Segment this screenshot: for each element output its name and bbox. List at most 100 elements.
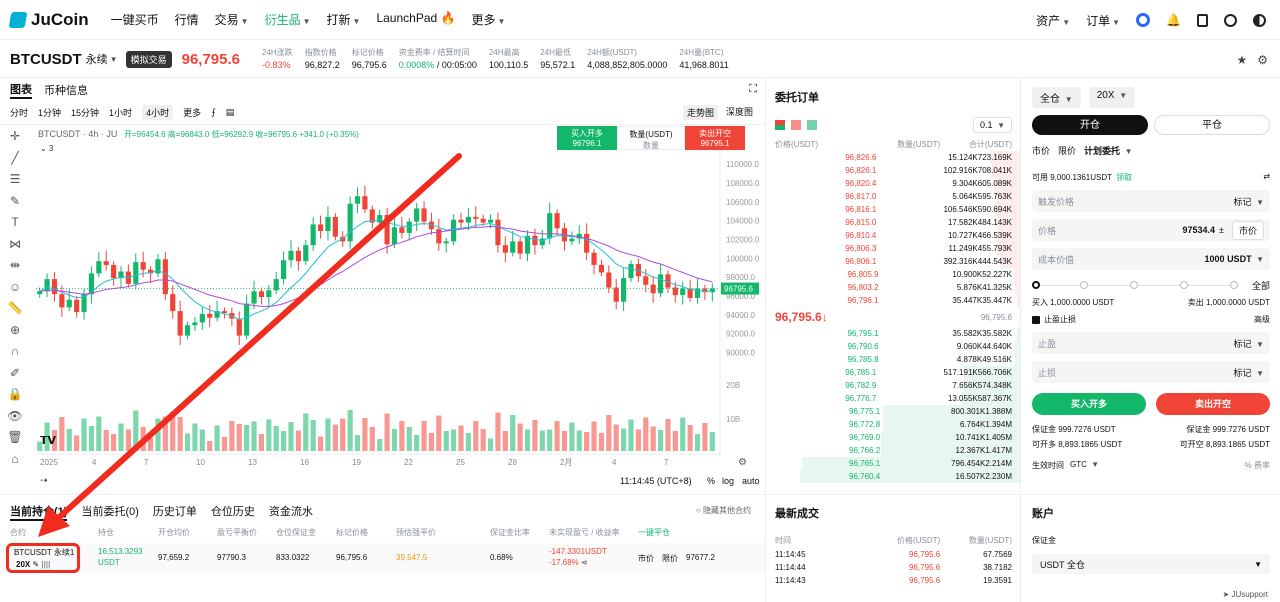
book-asks-icon[interactable]	[791, 120, 801, 130]
indicator-icon[interactable]: ⨍	[211, 107, 216, 118]
lock-icon[interactable]: 🔒	[4, 387, 26, 406]
avatar-icon[interactable]	[1136, 13, 1151, 27]
orderbook-row[interactable]: 96,775.1 800.301K 1.388M	[767, 405, 1020, 418]
log-scale-toggle[interactable]: log	[722, 476, 734, 486]
contract-type[interactable]: 永续	[86, 51, 108, 67]
timeframe-2[interactable]: 15分钟	[71, 106, 99, 119]
orderbook-row[interactable]: 96,790.6 9.060K 44.640K	[767, 340, 1020, 353]
nav-item-6[interactable]: 更多 ▼	[471, 11, 505, 28]
orderbook-row[interactable]: 96,820.4 9.304K 605.089K	[767, 177, 1020, 190]
expand-icon[interactable]: ⛶	[749, 83, 757, 96]
timeframe-1[interactable]: 1分钟	[38, 106, 61, 119]
positions-tab-0[interactable]: 当前持仓(1)	[10, 503, 68, 521]
orderbook-row[interactable]: 96,766.2 12.367K 1.417M	[767, 444, 1020, 457]
amount-slider[interactable]: 全部	[1032, 279, 1270, 293]
view-depth-chart[interactable]: 深度图	[726, 105, 753, 120]
positions-col-9[interactable]: 一键平仓	[638, 527, 670, 538]
market-price-button[interactable]: 市价	[1231, 220, 1264, 240]
orderbook-row[interactable]: 96,805.9 10.900K 52.227K	[767, 268, 1020, 281]
trigger-price-input[interactable]: 触发价格 标记 ▼	[1032, 190, 1270, 212]
favorite-star-icon[interactable]: ★	[1236, 53, 1247, 67]
positions-tab-4[interactable]: 资金流水	[269, 503, 313, 521]
download-icon[interactable]	[1197, 13, 1208, 27]
orderbook-row[interactable]: 96,803.2 5.876K 41.325K	[767, 281, 1020, 294]
orderbook-row[interactable]: 96,776.7 13.055K 587.367K	[767, 392, 1020, 405]
positions-tab-1[interactable]: 当前委托(0)	[81, 503, 138, 521]
positions-tab-3[interactable]: 仓位历史	[211, 503, 255, 521]
crosshair-icon[interactable]: ✛	[4, 129, 26, 148]
view-trend-chart[interactable]: 走势图	[682, 105, 718, 120]
auto-scale-toggle[interactable]: auto	[742, 476, 760, 486]
bell-icon[interactable]: 🔔	[1166, 13, 1181, 27]
eye-icon[interactable]: 👁	[4, 409, 26, 428]
quick-sell-button[interactable]: 卖出开空 96795.1	[685, 126, 745, 150]
orderbook-row[interactable]: 96,760.4 16.507K 2.230M	[767, 470, 1020, 483]
trendline-icon[interactable]: ╱	[4, 151, 26, 170]
transfer-icon[interactable]: ⇄	[1263, 172, 1270, 183]
share-icon[interactable]: ⋖	[581, 558, 588, 567]
nav-item-4[interactable]: 打新 ▼	[327, 11, 361, 28]
orderbook-row[interactable]: 96,795.1 35.582K 35.582K	[767, 327, 1020, 340]
close-market-button[interactable]: 市价	[638, 553, 654, 564]
orderbook-row[interactable]: 96,806.1 392.316K 444.543K	[767, 255, 1020, 268]
nav-item-3[interactable]: 衍生品 ▼	[265, 11, 311, 28]
quick-buy-button[interactable]: 买入开多 96796.1	[557, 126, 617, 150]
percent-scale-toggle[interactable]: %	[707, 476, 715, 486]
orders-menu[interactable]: 订单 ▼	[1086, 12, 1120, 29]
stop-loss-input[interactable]: 止损 标记 ▼	[1032, 361, 1270, 383]
timeframe-3[interactable]: 1小时	[109, 106, 132, 119]
theme-toggle-icon[interactable]	[1253, 13, 1266, 27]
pattern-icon[interactable]: ⋈	[4, 237, 26, 256]
brush-icon[interactable]: ✎	[4, 194, 26, 213]
orderbook-row[interactable]: 96,806.3 11.249K 455.793K	[767, 242, 1020, 255]
plus-minus-icon[interactable]: ±	[1219, 225, 1224, 235]
trash-icon[interactable]: 🗑	[4, 430, 26, 449]
demo-trading-badge[interactable]: 模拟交易	[125, 50, 172, 68]
template-icon[interactable]: ▤	[226, 107, 235, 118]
jucoin-logo[interactable]: JuCoin	[8, 10, 89, 30]
orderbook-row[interactable]: 96,765.1 796.454K 2.214M	[767, 457, 1020, 470]
tab-chart[interactable]: 图表	[10, 81, 32, 99]
emoji-icon[interactable]: ☺	[4, 280, 26, 299]
take-profit-input[interactable]: 止盈 标记 ▼	[1032, 332, 1270, 354]
claim-link[interactable]: 领取	[1116, 172, 1132, 183]
settings-gear-icon[interactable]: ⚙	[1257, 53, 1268, 67]
measure-icon[interactable]: ⇹	[4, 258, 26, 277]
tpsl-checkbox[interactable]	[1032, 315, 1040, 324]
book-bids-icon[interactable]	[807, 120, 817, 130]
order-type-limit[interactable]: 限价	[1058, 144, 1076, 157]
candlestick-chart[interactable]: BTCUSDT · 4h · JU 开=96454.6 高=96843.0 低=9…	[28, 126, 766, 472]
orderbook-row[interactable]: 96,816.1 106.546K 590.694K	[767, 203, 1020, 216]
magnet-icon[interactable]: ∩	[4, 344, 26, 363]
fee-rate-link[interactable]: % 费率	[1245, 460, 1270, 471]
language-icon[interactable]	[1224, 13, 1237, 27]
close-limit-price[interactable]: 97677.2	[686, 553, 715, 562]
margin-mode-select[interactable]: 全仓 ▼	[1032, 87, 1081, 108]
symbol-selector[interactable]: BTCUSDT	[10, 51, 82, 68]
advanced-toggle[interactable]: 高级	[1254, 314, 1270, 325]
nav-item-5[interactable]: LaunchPad 🔥	[376, 11, 455, 28]
chart-settings-icon[interactable]: ⚙	[738, 457, 747, 468]
buy-long-button[interactable]: 买入开多	[1032, 393, 1146, 415]
nav-item-0[interactable]: 一键买币	[111, 11, 159, 28]
nav-item-2[interactable]: 交易 ▼	[215, 11, 249, 28]
text-tool-icon[interactable]: T	[4, 215, 26, 234]
quick-qty-input[interactable]: 数量(USDT) 数量	[617, 126, 685, 150]
orderbook-row[interactable]: 96,826.1 102.916K 708.041K	[767, 164, 1020, 177]
timeframe-4[interactable]: 4小时	[142, 105, 174, 120]
orderbook-row[interactable]: 96,796.1 35.447K 35.447K	[767, 294, 1020, 307]
orderbook-row[interactable]: 96,785.8 4.878K 49.516K	[767, 353, 1020, 366]
orderbook-row[interactable]: 96,785.1 517.191K 566.706K	[767, 366, 1020, 379]
order-type-market[interactable]: 市价	[1032, 144, 1050, 157]
close-limit-button[interactable]: 限价	[662, 553, 678, 564]
leverage-select[interactable]: 20X ▼	[1088, 87, 1136, 108]
orderbook-row[interactable]: 96,826.6 15.124K 723.169K	[767, 151, 1020, 164]
cost-value-input[interactable]: 成本价值 1000 USDT ▼	[1032, 248, 1270, 270]
precision-select[interactable]: 0.1 ▼	[973, 117, 1012, 133]
time-in-force-select[interactable]: GTC ▼	[1070, 460, 1099, 471]
collapse-icon[interactable]: ⌂	[4, 452, 26, 471]
margin-account-select[interactable]: USDT 全仓 ▼	[1032, 554, 1270, 574]
sell-short-button[interactable]: 卖出开空	[1156, 393, 1270, 415]
timeframe-0[interactable]: 分时	[10, 106, 28, 119]
goto-date-icon[interactable]: ⇢	[40, 475, 48, 486]
